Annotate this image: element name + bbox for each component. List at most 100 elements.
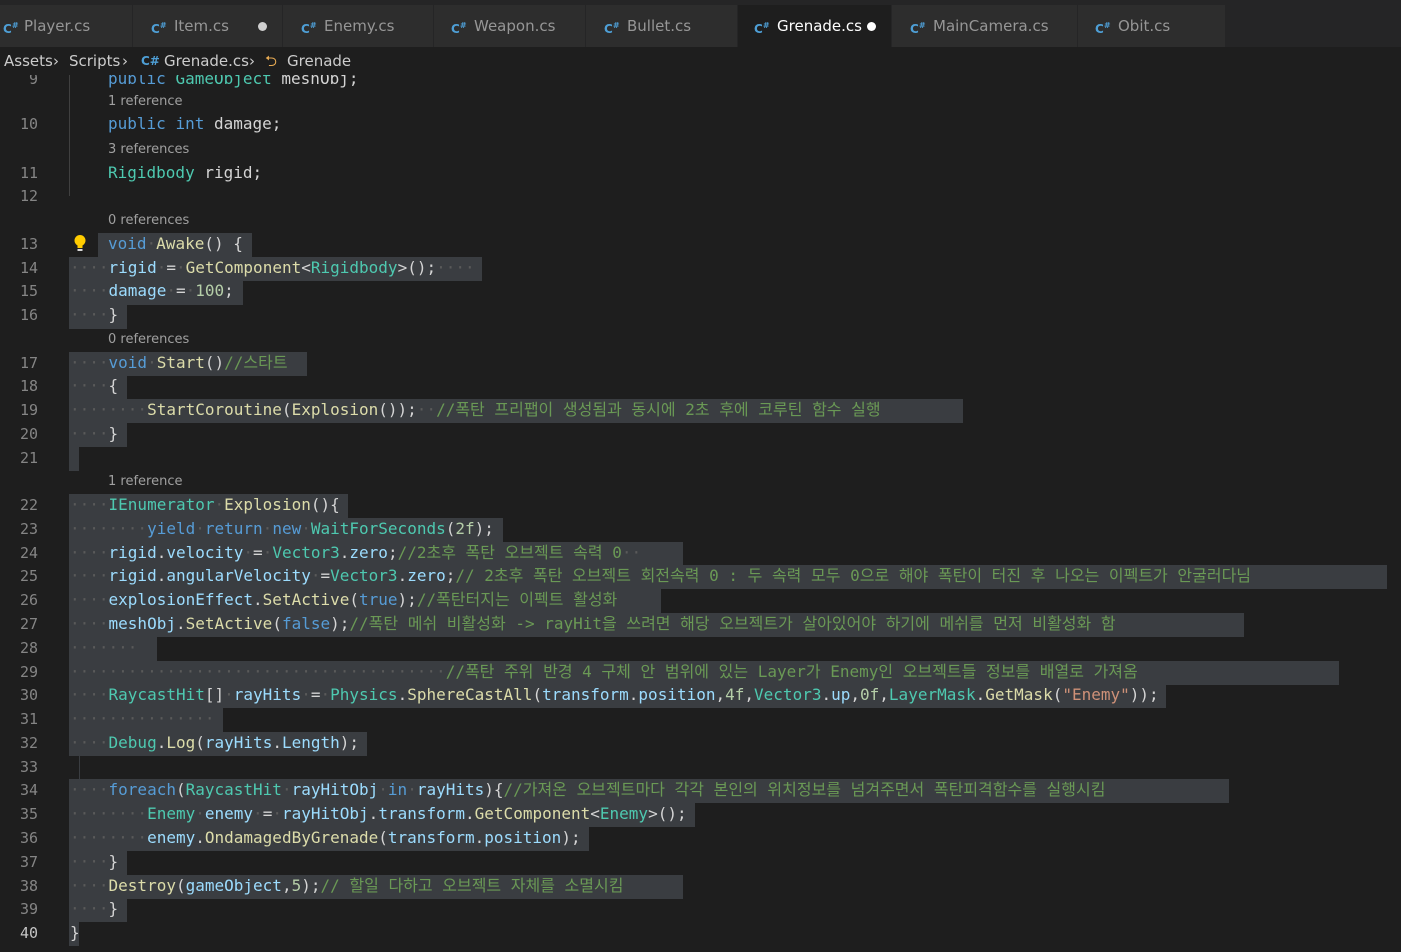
- line-number: 33: [19, 758, 38, 776]
- breadcrumb-assets[interactable]: Assets: [4, 47, 53, 75]
- lightbulb-icon[interactable]: [73, 234, 87, 252]
- line-number: 16: [19, 306, 38, 324]
- line-number: 15: [19, 282, 38, 300]
- code-line: ····rigid·=·GetComponent<Rigidbody>();··…: [70, 258, 475, 277]
- tab-label: Player.cs: [24, 17, 91, 35]
- breadcrumb-file[interactable]: Grenade.cs: [164, 47, 249, 75]
- line-number: 9: [28, 75, 38, 88]
- tab-label: MainCamera.cs: [933, 17, 1049, 35]
- line-number: 24: [19, 544, 38, 562]
- code-line: ········StartCoroutine(Explosion());··//…: [70, 400, 881, 419]
- code-line: ···············: [70, 709, 215, 728]
- line-number: 28: [19, 639, 38, 657]
- unsaved-dot-icon[interactable]: [258, 22, 267, 31]
- line-number: 30: [19, 686, 38, 704]
- codelens-references[interactable]: 1 reference: [108, 474, 182, 490]
- tab-grenade[interactable]: C# Grenade.cs: [738, 5, 892, 47]
- csharp-icon: C#: [910, 21, 926, 36]
- codelens-references[interactable]: 0 references: [108, 332, 189, 348]
- code-line: public GameObject meshObj;: [108, 75, 359, 88]
- breadcrumb: Assets › Scripts › C# Grenade.cs › ⮌ Gre…: [0, 47, 1401, 75]
- codelens-references[interactable]: 0 references: [108, 213, 189, 229]
- line-number: 36: [19, 829, 38, 847]
- tab-bar: C# Player.cs C# Item.cs C# Enemy.cs C# W…: [0, 0, 1401, 47]
- unsaved-dot-icon[interactable]: [867, 22, 876, 31]
- code-line: ····void·Start()//스타트: [70, 353, 288, 372]
- tab-label: Bullet.cs: [627, 17, 692, 35]
- tab-player[interactable]: C# Player.cs: [0, 5, 133, 47]
- line-number: 29: [19, 663, 38, 681]
- code-line: }: [70, 923, 80, 942]
- code-line: Rigidbody rigid;: [108, 163, 263, 182]
- line-number: 11: [19, 164, 38, 182]
- tab-enemy[interactable]: C# Enemy.cs: [283, 5, 434, 47]
- indent-guide: [69, 75, 70, 196]
- breadcrumb-symbol[interactable]: Grenade: [287, 47, 351, 75]
- csharp-icon: C#: [3, 21, 19, 36]
- code-line: ·······: [70, 638, 138, 657]
- code-line: ····Debug.Log(rayHits.Length);: [70, 733, 360, 752]
- line-number: 13: [19, 235, 38, 253]
- line-number: 37: [19, 853, 38, 871]
- chevron-right-icon: ›: [249, 52, 255, 70]
- line-number: 14: [19, 259, 38, 277]
- line-number: 27: [19, 615, 38, 633]
- line-number: 34: [19, 781, 38, 799]
- tab-label: Enemy.cs: [324, 17, 395, 35]
- code-line: ····RaycastHit[]·rayHits·=·Physics.Spher…: [70, 685, 1159, 704]
- tab-bullet[interactable]: C# Bullet.cs: [586, 5, 738, 47]
- breadcrumb-scripts[interactable]: Scripts: [69, 47, 120, 75]
- code-line: ····damage·=·100;: [70, 281, 234, 300]
- code-line: ········Enemy·enemy·=·rayHitObj.transfor…: [70, 804, 687, 823]
- csharp-icon: C#: [451, 21, 467, 36]
- line-number: 23: [19, 520, 38, 538]
- line-number: 12: [19, 187, 38, 205]
- tab-label: Weapon.cs: [474, 17, 556, 35]
- selection-highlight: [79, 756, 80, 780]
- tab-label: Grenade.cs: [777, 17, 862, 35]
- line-number: 20: [19, 425, 38, 443]
- tab-label: Obit.cs: [1118, 17, 1171, 35]
- tab-obit[interactable]: C# Obit.cs: [1078, 5, 1226, 47]
- line-number: 25: [19, 567, 38, 585]
- code-line: ····}: [70, 899, 119, 918]
- line-number: 10: [19, 115, 38, 133]
- code-line: ····foreach(RaycastHit·rayHitObj·in·rayH…: [70, 780, 1106, 799]
- line-number: 19: [19, 401, 38, 419]
- code-line: ····rigid.angularVelocity·=Vector3.zero;…: [70, 566, 1252, 585]
- codelens-references[interactable]: 3 references: [108, 142, 189, 158]
- class-icon: ⮌: [265, 52, 278, 70]
- code-line: ····explosionEffect.SetActive(true);//폭탄…: [70, 590, 618, 609]
- tab-maincamera[interactable]: C# MainCamera.cs: [892, 5, 1078, 47]
- line-number: 21: [19, 449, 38, 467]
- csharp-icon: C#: [1095, 21, 1111, 36]
- line-number: 17: [19, 354, 38, 372]
- codelens-references[interactable]: 1 reference: [108, 94, 182, 110]
- tab-item[interactable]: C# Item.cs: [133, 5, 283, 47]
- selection-highlight: [69, 447, 79, 471]
- tab-weapon[interactable]: C# Weapon.cs: [434, 5, 586, 47]
- code-line: ·······································/…: [70, 662, 1138, 681]
- code-editor[interactable]: 9 10 11 12 13 14 15 16 17 18 19 20 21 22…: [0, 75, 1401, 952]
- csharp-icon: C#: [754, 21, 770, 36]
- line-number: 38: [19, 877, 38, 895]
- line-number: 32: [19, 734, 38, 752]
- code-line: public int damage;: [108, 114, 282, 133]
- code-line: ····}: [70, 305, 119, 324]
- chevron-right-icon: ›: [122, 52, 128, 70]
- line-number: 35: [19, 805, 38, 823]
- code-line: ····}: [70, 852, 119, 871]
- code-line: ····Destroy(gameObject,5);// 할일 다하고 오브젝트…: [70, 876, 624, 895]
- line-number: 18: [19, 377, 38, 395]
- line-number: 22: [19, 496, 38, 514]
- code-line: void·Awake() {: [108, 234, 243, 253]
- code-line: ····IEnumerator·Explosion(){: [70, 495, 340, 514]
- line-number: 31: [19, 710, 38, 728]
- code-line: ····meshObj.SetActive(false);//폭탄 메쉬 비활성…: [70, 614, 1116, 633]
- line-number: 39: [19, 900, 38, 918]
- code-line: ····rigid.velocity·=·Vector3.zero;//2초후 …: [70, 543, 642, 562]
- line-number: 26: [19, 591, 38, 609]
- csharp-icon: C#: [141, 54, 160, 68]
- csharp-icon: C#: [301, 21, 317, 36]
- tab-label: Item.cs: [174, 17, 229, 35]
